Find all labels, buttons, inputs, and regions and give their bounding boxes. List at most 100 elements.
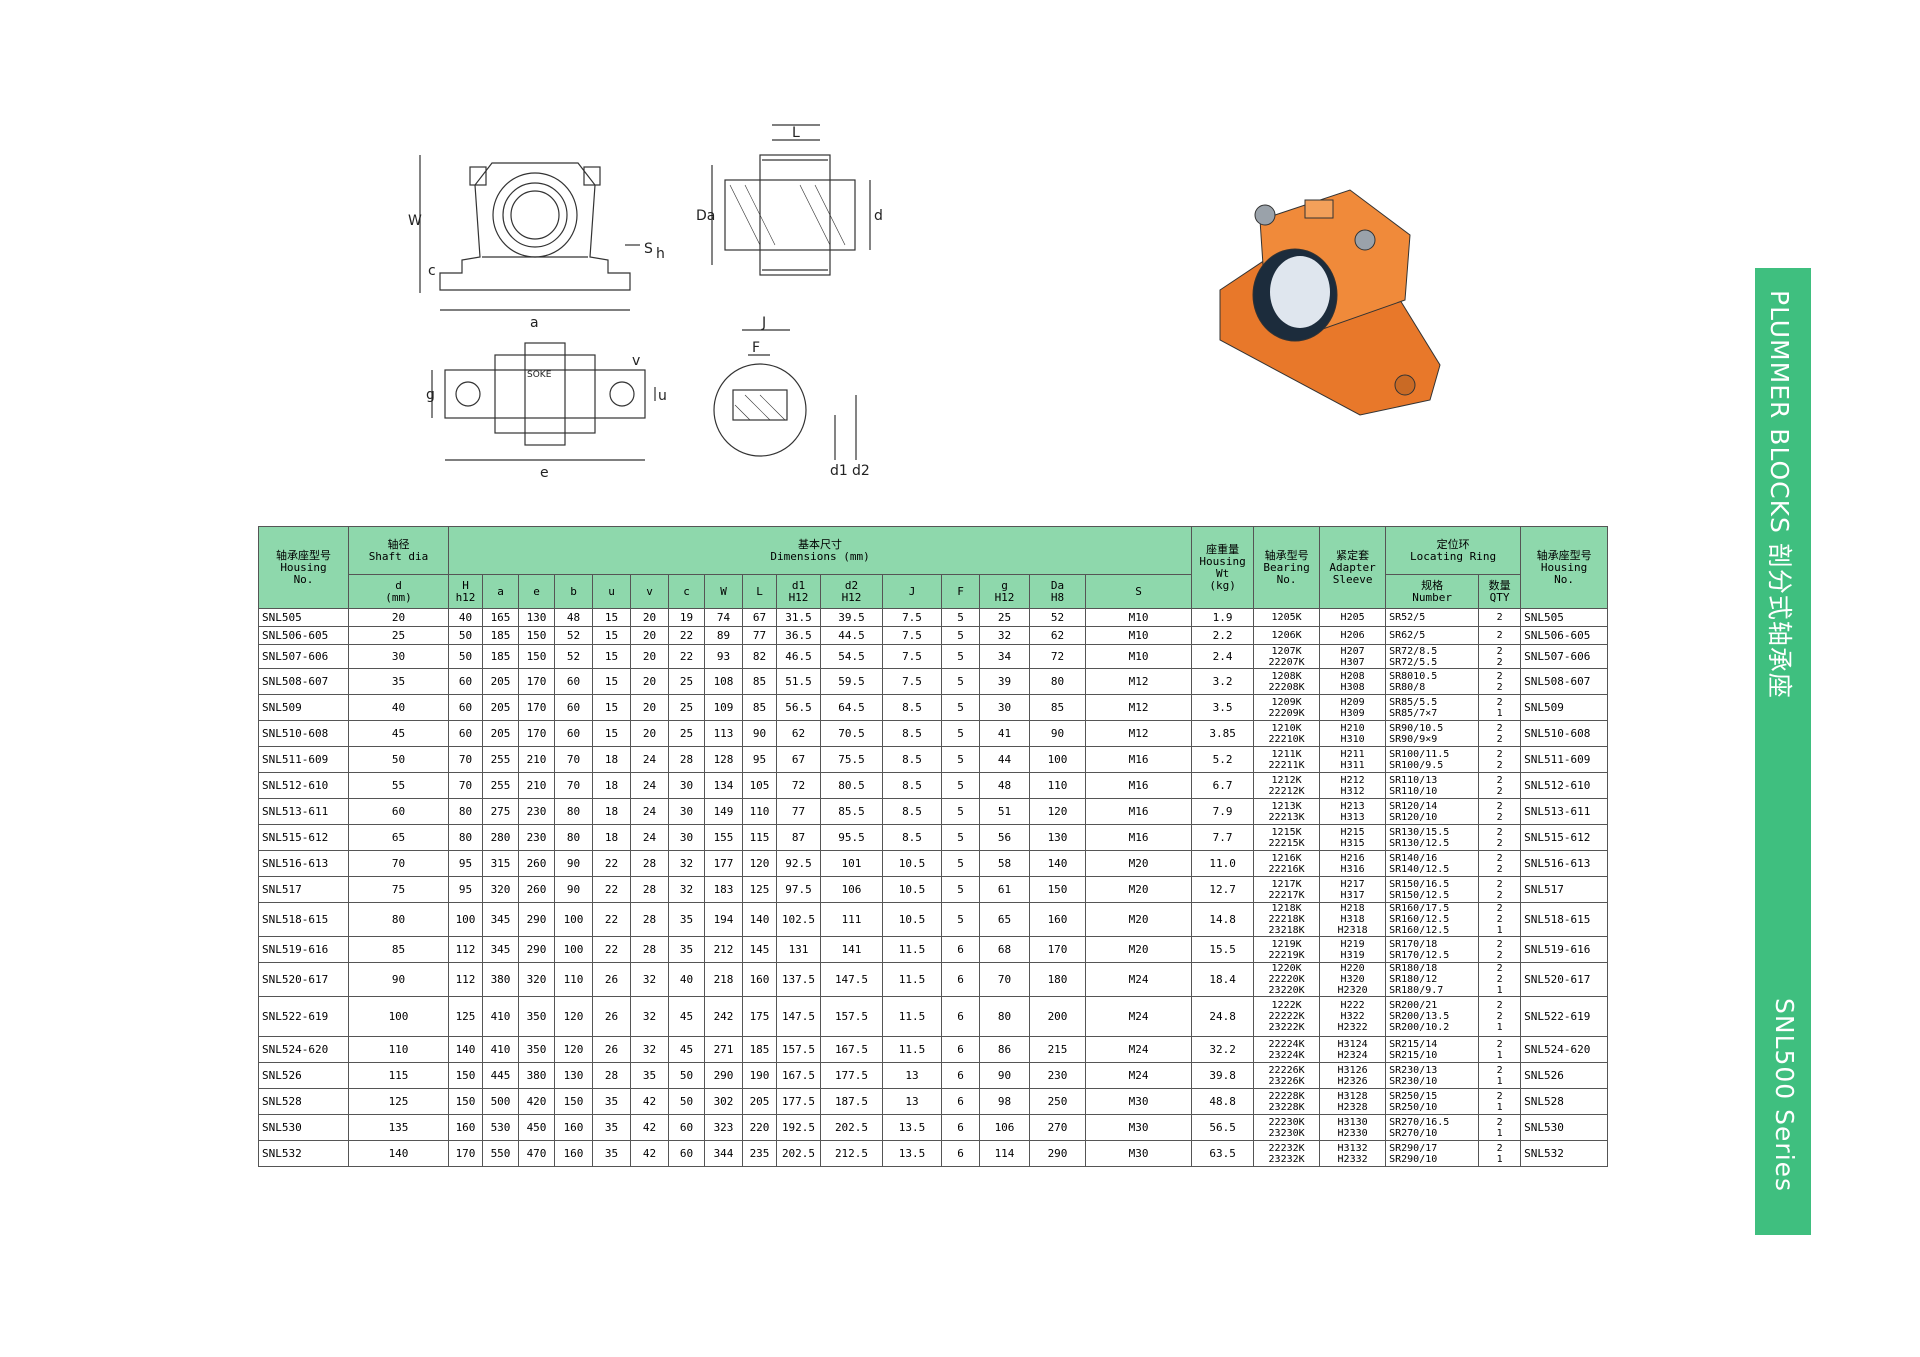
cell-qty: 22: [1478, 798, 1522, 825]
cell-J: 13.5: [882, 1140, 942, 1167]
cell-c: 32: [668, 850, 705, 877]
cell-c: 30: [668, 772, 705, 799]
cell-L: 125: [742, 876, 777, 903]
cell-F: 5: [941, 694, 980, 721]
series-banner: PLUMMER BLOCKS 剖分式轴承座 SNL500 Series: [1755, 268, 1811, 1235]
housing-render-image: [1219, 189, 1441, 416]
cell-b: 90: [554, 850, 593, 877]
cell-W: 290: [704, 1062, 743, 1089]
dim-label-g: g: [426, 387, 435, 403]
cell-d: 20: [348, 608, 449, 627]
cell-d: 35: [348, 668, 449, 695]
cell-a: 500: [482, 1088, 519, 1115]
col-S: S: [1084, 574, 1193, 609]
cell-J: 8.5: [882, 720, 942, 747]
cell-adapter: H217 H317: [1319, 876, 1387, 903]
cell-wt: 5.2: [1191, 746, 1255, 773]
cell-a: 320: [482, 876, 519, 903]
cell-d2: 80.5: [820, 772, 883, 799]
cell-H: 112: [448, 936, 483, 963]
technical-drawing: W c S h a L Da d g v u e J F d1 d2 SOKE: [400, 115, 960, 495]
cell-L: 145: [742, 936, 777, 963]
cell-S: M24: [1084, 1062, 1193, 1089]
cell-no-right: SNL511-609: [1520, 746, 1609, 773]
table-row: SNL506-605 25 50 185 150 52 15 20 22 89 77 36.5 44.5…: [258, 626, 1609, 645]
col-g: g H12: [979, 574, 1030, 609]
cell-S: M10: [1084, 608, 1193, 627]
cell-bearing: 1206K: [1253, 626, 1321, 645]
cell-c: 60: [668, 1140, 705, 1167]
cell-no-right: SNL530: [1520, 1114, 1609, 1141]
cell-no: SNL516-613: [258, 850, 349, 877]
cell-no: SNL524-620: [258, 1036, 349, 1063]
cell-ring: SR160/17.5 SR160/12.5 SR160/12.5: [1385, 902, 1480, 937]
cell-J: 11.5: [882, 936, 942, 963]
cell-F: 5: [941, 746, 980, 773]
cell-adapter: H208 H308: [1319, 668, 1387, 695]
dim-label-e: e: [540, 465, 549, 481]
cell-no: SNL505: [258, 608, 349, 627]
cell-a: 315: [482, 850, 519, 877]
cell-ring: SR52/5: [1385, 608, 1480, 627]
cell-L: 190: [742, 1062, 777, 1089]
cell-g: 114: [979, 1140, 1030, 1167]
col-b: b: [554, 574, 593, 609]
cell-S: M12: [1084, 720, 1193, 747]
cell-d1: 51.5: [776, 668, 821, 695]
cell-H: 80: [448, 824, 483, 851]
cell-a: 185: [482, 626, 519, 645]
dim-label-d: d: [874, 208, 883, 224]
cell-S: M30: [1084, 1140, 1193, 1167]
cell-d: 70: [348, 850, 449, 877]
cell-u: 28: [592, 1062, 631, 1089]
cell-v: 32: [630, 1036, 669, 1063]
cell-no-right: SNL513-611: [1520, 798, 1609, 825]
dim-label-w: W: [408, 213, 422, 229]
cell-L: 85: [742, 668, 777, 695]
cell-Da: 215: [1029, 1036, 1086, 1063]
cell-c: 35: [668, 936, 705, 963]
cell-W: 109: [704, 694, 743, 721]
cell-u: 22: [592, 876, 631, 903]
col-d: d (mm): [348, 574, 449, 609]
hdr-g: g H12: [994, 578, 1015, 604]
cell-S: M20: [1084, 876, 1193, 903]
cell-d2: 177.5: [820, 1062, 883, 1089]
cell-qty: 22: [1478, 850, 1522, 877]
cell-e: 320: [518, 962, 555, 997]
cell-adapter: H209 H309: [1319, 694, 1387, 721]
cell-Da: 160: [1029, 902, 1086, 937]
cell-S: M30: [1084, 1088, 1193, 1115]
cell-adapter: H3132 H2332: [1319, 1140, 1387, 1167]
cell-d: 65: [348, 824, 449, 851]
table-row: SNL518-615 80 100 345 290 100 22 28 35 194 140 102.…: [258, 902, 1609, 937]
cell-c: 60: [668, 1114, 705, 1141]
cell-no: SNL520-617: [258, 962, 349, 997]
hdr-bearing: 轴承型号 Bearing No.: [1263, 548, 1310, 586]
hdr-a: a: [497, 584, 504, 598]
cell-bearing: 1222K 22222K 23222K: [1253, 996, 1321, 1037]
cell-d1: 147.5: [776, 996, 821, 1037]
cell-J: 8.5: [882, 694, 942, 721]
cell-W: 271: [704, 1036, 743, 1063]
cell-a: 275: [482, 798, 519, 825]
cell-e: 210: [518, 772, 555, 799]
cell-bearing: 1208K 22208K: [1253, 668, 1321, 695]
cell-a: 530: [482, 1114, 519, 1141]
cell-W: 93: [704, 644, 743, 669]
dimension-drawing: W c S h a L Da d g v u e J F d1 d2 SOKE: [408, 124, 883, 481]
cell-d2: 187.5: [820, 1088, 883, 1115]
cell-d2: 202.5: [820, 1114, 883, 1141]
cell-ring: SR90/10.5 SR90/9×9: [1385, 720, 1480, 747]
cell-a: 165: [482, 608, 519, 627]
cell-ring: SR250/15 SR250/10: [1385, 1088, 1480, 1115]
cell-no: SNL511-609: [258, 746, 349, 773]
cell-u: 35: [592, 1140, 631, 1167]
cell-v: 28: [630, 850, 669, 877]
cell-J: 8.5: [882, 772, 942, 799]
col-c: c: [668, 574, 705, 609]
cell-L: 110: [742, 798, 777, 825]
cell-v: 24: [630, 746, 669, 773]
cell-no: SNL515-612: [258, 824, 349, 851]
cell-v: 20: [630, 668, 669, 695]
